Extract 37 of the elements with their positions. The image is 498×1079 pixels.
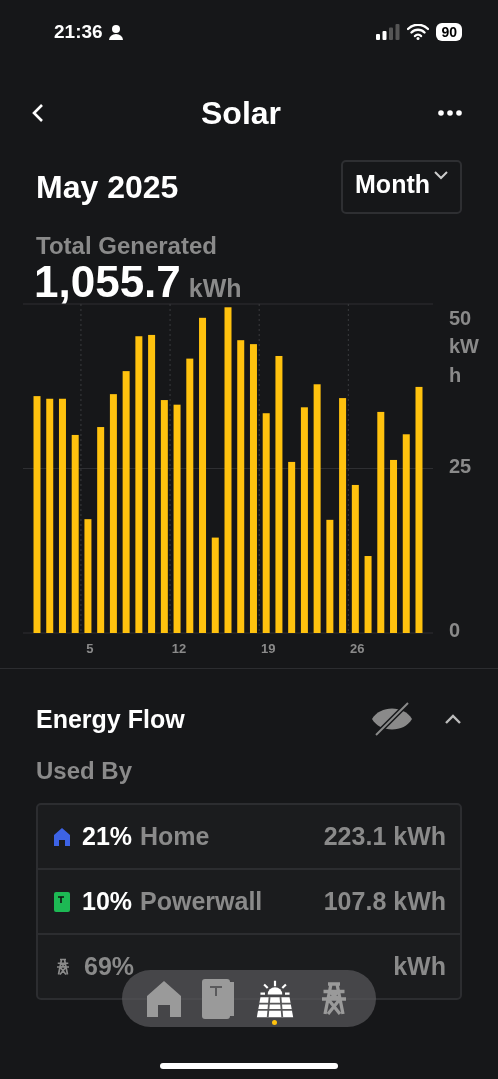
x-tick-label: 5 xyxy=(86,641,94,656)
usage-percent: 10% xyxy=(82,887,133,916)
range-dropdown[interactable]: Month xyxy=(341,160,462,214)
usage-percent: 21% xyxy=(82,822,133,851)
usage-label: Powerwall xyxy=(140,887,263,916)
signal-icon xyxy=(376,24,401,40)
summary-unit: kWh xyxy=(188,274,242,303)
usage-amount: 223.1 kWh xyxy=(323,822,446,851)
solar-tab[interactable] xyxy=(254,978,295,1025)
home-tab[interactable] xyxy=(146,980,181,1017)
y-tick-label: 25 xyxy=(449,454,472,478)
usage-amount: 107.8 kWh xyxy=(323,887,446,916)
section-title: Energy Flow xyxy=(36,704,185,734)
y-tick-label: 0 xyxy=(449,619,461,642)
page-title: Solar xyxy=(201,94,281,132)
x-tick-label: 26 xyxy=(350,641,365,656)
summary-label: Total Generated xyxy=(35,231,218,260)
usage-amount: kWh xyxy=(393,952,446,981)
period-label: May 2025 xyxy=(36,168,179,206)
hidden-eye-icon[interactable] xyxy=(370,701,414,737)
back-icon[interactable] xyxy=(32,103,44,123)
powerwall-tab[interactable] xyxy=(201,978,234,1019)
battery-level: 90 xyxy=(436,23,462,41)
collapse-chevron-icon[interactable] xyxy=(444,713,462,725)
usage-label: Home xyxy=(140,822,210,851)
section-subtitle: Used By xyxy=(35,756,134,785)
caret-icon xyxy=(434,170,448,180)
person-icon xyxy=(108,24,123,40)
y-tick-label: 50 xyxy=(449,307,472,330)
x-tick-label: 12 xyxy=(171,641,187,656)
x-tick-label: 19 xyxy=(260,641,276,656)
status-time: 21:36 xyxy=(54,21,103,43)
more-icon[interactable] xyxy=(438,110,462,116)
wifi-icon xyxy=(407,24,430,40)
y-axis-unit: kWh xyxy=(449,334,480,388)
summary-value: 1,055.7 xyxy=(34,258,181,306)
usage-percent: 69% xyxy=(84,952,135,981)
